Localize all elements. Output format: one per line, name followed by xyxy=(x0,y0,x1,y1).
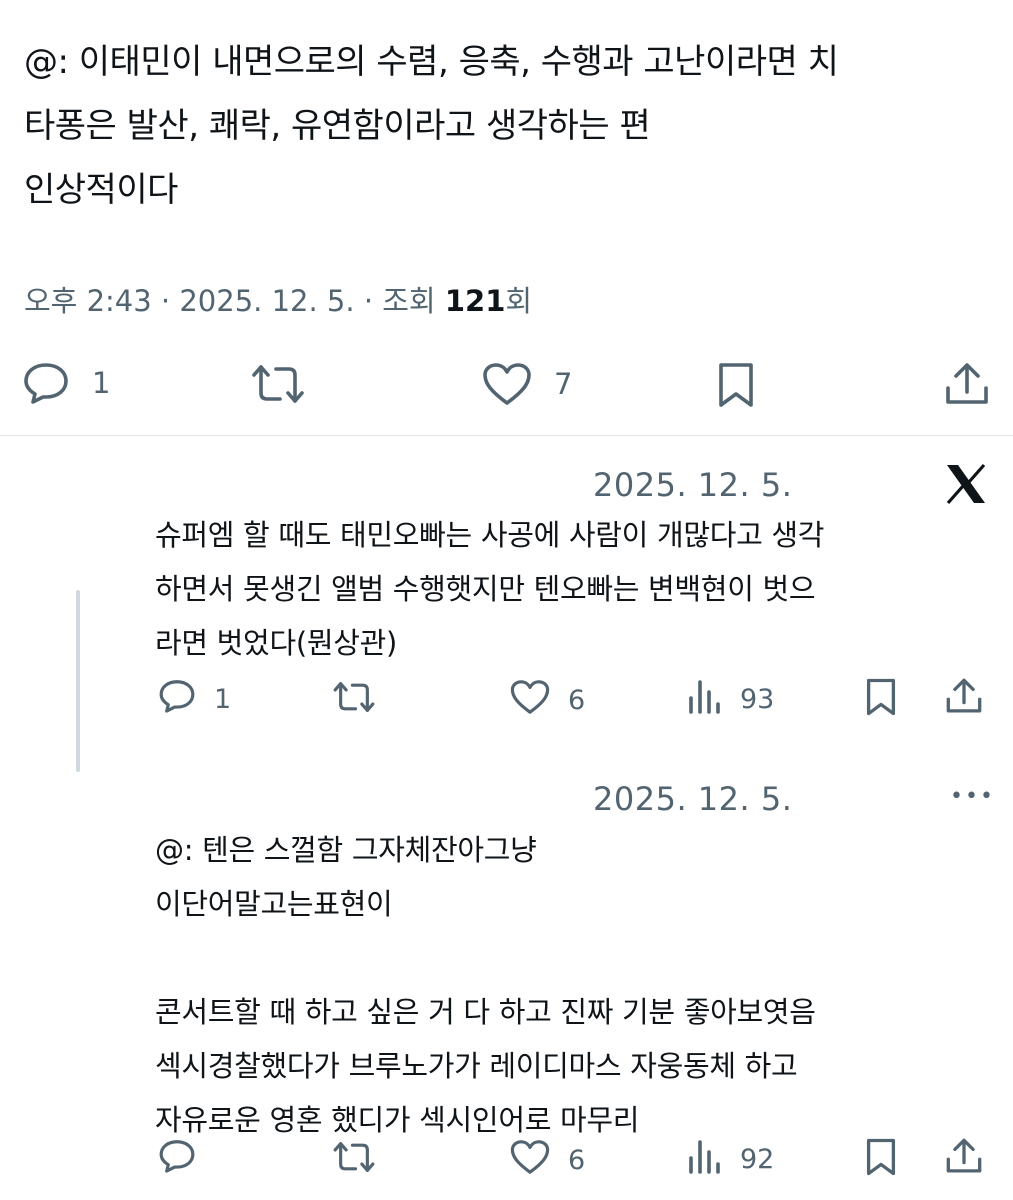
like-count: 7 xyxy=(554,367,573,401)
more-icon[interactable]: ••• xyxy=(950,784,995,809)
tweet-line: 타퐁은 발산, 쾌락, 유연함이라고 생각하는 편 xyxy=(24,106,651,146)
bookmark-button[interactable] xyxy=(865,1138,897,1183)
like-count: 6 xyxy=(568,685,586,716)
like-icon xyxy=(510,679,550,722)
view-count-suffix: 회 xyxy=(505,284,533,318)
share-icon xyxy=(944,362,990,406)
bookmark-icon xyxy=(865,1138,897,1183)
retweet-button[interactable] xyxy=(332,680,376,721)
tweet-meta-prefix: 오후 2:43 · 2025. 12. 5. · 조회 xyxy=(24,284,445,318)
views-count: 92 xyxy=(740,1144,775,1175)
like-icon xyxy=(482,362,532,406)
share-icon xyxy=(945,677,983,722)
like-button[interactable]: 6 xyxy=(510,1139,585,1182)
reply-icon xyxy=(22,361,70,405)
reply-line xyxy=(155,931,816,985)
retweet-icon xyxy=(332,680,376,721)
reply-line: 하면서 못생긴 앨범 수행햇지만 텐오빠는 변백현이 벗으 xyxy=(155,572,816,606)
views-button[interactable]: 93 xyxy=(688,678,774,721)
like-button[interactable]: 6 xyxy=(510,679,585,722)
reply-icon xyxy=(158,678,196,721)
reply-date: 2025. 12. 5. xyxy=(593,466,793,504)
reply-button[interactable]: 1 xyxy=(158,678,231,721)
retweet-button[interactable] xyxy=(332,1140,376,1181)
views-count: 93 xyxy=(740,684,775,715)
views-button[interactable]: 92 xyxy=(688,1138,774,1181)
reply-line: 라면 벗었다(뭔상관) xyxy=(155,626,397,660)
like-count: 6 xyxy=(568,1145,586,1176)
share-button[interactable] xyxy=(944,362,990,406)
tweet-line: @: 이태민이 내면으로의 수렴, 응축, 수행과 고난이라면 치 xyxy=(24,42,839,82)
share-button[interactable] xyxy=(945,1137,983,1182)
bookmark-button[interactable] xyxy=(717,362,755,408)
reply-count: 1 xyxy=(92,366,111,400)
reply-line: 슈퍼엠 할 때도 태민오빠는 사공에 사람이 개많다고 생각 xyxy=(155,518,825,552)
bookmark-icon xyxy=(865,678,897,723)
thread-line xyxy=(76,590,80,772)
x-logo-icon xyxy=(944,462,988,510)
tweet-meta: 오후 2:43 · 2025. 12. 5. · 조회 121회 xyxy=(24,278,532,320)
reply-text: @: 텐은 스껄함 그자체잔아그냥 이단어말고는표현이 콘서트할 때 하고 싶은… xyxy=(155,823,816,1147)
divider xyxy=(0,435,1013,436)
views-icon xyxy=(688,678,722,721)
reply-icon xyxy=(158,1138,196,1181)
reply-line: 섹시경찰했다가 브루노가가 레이디마스 자웅동체 하고 xyxy=(155,1049,798,1083)
reply-line: @: 텐은 스껄함 그자체잔아그냥 xyxy=(155,833,537,867)
tweet-text: @: 이태민이 내면으로의 수렴, 응축, 수행과 고난이라면 치 타퐁은 발산… xyxy=(24,30,839,222)
reply-line: 이단어말고는표현이 xyxy=(155,887,393,921)
retweet-icon xyxy=(332,1140,376,1181)
tweet-line: 인상적이다 xyxy=(24,170,178,210)
like-icon xyxy=(510,1139,550,1182)
bookmark-button[interactable] xyxy=(865,678,897,723)
reply-count: 1 xyxy=(214,684,232,715)
bookmark-icon xyxy=(717,362,755,408)
views-icon xyxy=(688,1138,722,1181)
reply-line: 콘서트할 때 하고 싶은 거 다 하고 진짜 기분 좋아보엿음 xyxy=(155,995,816,1029)
retweet-button[interactable] xyxy=(250,363,306,405)
share-icon xyxy=(945,1137,983,1182)
view-count: 121 xyxy=(444,284,506,318)
reply-button[interactable] xyxy=(158,1138,196,1181)
share-button[interactable] xyxy=(945,677,983,722)
like-button[interactable]: 7 xyxy=(482,362,572,406)
reply-date: 2025. 12. 5. xyxy=(593,780,793,818)
reply-button[interactable]: 1 xyxy=(22,361,110,405)
retweet-icon xyxy=(250,363,306,405)
reply-text: 슈퍼엠 할 때도 태민오빠는 사공에 사람이 개많다고 생각 하면서 못생긴 앨… xyxy=(155,508,824,670)
